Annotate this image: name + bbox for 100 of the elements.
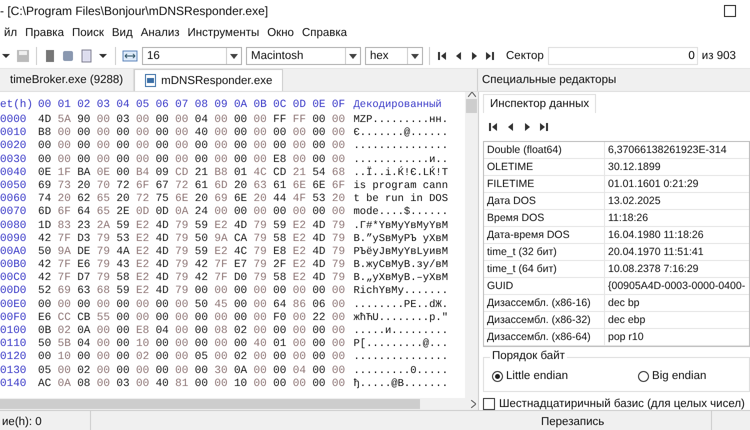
hex-byte[interactable]: 43 [116,259,136,272]
hex-byte[interactable]: 79 [96,272,116,286]
hex-byte[interactable]: 6E [234,193,254,206]
hex-byte[interactable]: 63 [254,180,274,194]
checkbox[interactable] [483,398,495,410]
hex-byte[interactable]: 00 [136,154,156,167]
hex-byte[interactable]: 72 [136,193,156,206]
hex-byte[interactable]: 20 [332,193,352,206]
hex-byte[interactable]: 00 [116,298,136,312]
hex-byte[interactable]: 00 [156,140,176,154]
first-icon[interactable] [436,50,448,62]
hex-byte[interactable]: 44 [273,193,293,206]
menu-item[interactable]: Инструменты [184,27,264,39]
hex-byte[interactable]: 83 [58,220,78,233]
hex-byte[interactable]: 00 [312,351,332,365]
hex-byte[interactable]: 00 [58,127,78,140]
hex-byte[interactable]: AC [38,378,58,391]
hex-byte[interactable]: 02 [58,325,78,338]
hex-byte[interactable]: FF [292,114,312,128]
hex-byte[interactable]: 0B [38,325,58,338]
hex-byte[interactable]: 00 [254,325,274,338]
hex-byte[interactable]: 00 [292,154,312,167]
hex-byte[interactable]: 00 [96,378,116,391]
hex-byte[interactable]: 40 [156,378,176,391]
last-icon[interactable] [484,50,496,62]
hex-byte[interactable]: 00 [312,154,332,167]
hex-byte[interactable]: 00 [175,140,195,154]
hex-byte[interactable]: 00 [292,285,312,299]
hex-byte[interactable]: 69 [58,285,78,299]
hex-byte[interactable]: 40 [254,338,274,352]
file-tab[interactable]: mDNSResponder.exe [134,69,284,91]
hex-byte[interactable]: 0D [136,206,156,220]
hex-byte[interactable]: 21 [194,166,214,180]
hex-byte[interactable]: 0E [96,166,116,180]
hex-byte[interactable]: 00 [254,298,274,312]
width-icon[interactable] [122,49,138,63]
hex-byte[interactable]: 6D [38,206,58,220]
hex-byte[interactable]: 00 [332,140,352,154]
hex-byte[interactable]: 69 [38,180,58,194]
hex-byte[interactable]: 00 [175,364,195,378]
hex-byte[interactable]: 79 [254,272,274,286]
hex-byte[interactable]: 00 [254,154,274,167]
hex-byte[interactable]: 00 [77,298,97,312]
hex-byte[interactable]: 63 [77,285,97,299]
hex-byte[interactable]: 02 [234,351,254,365]
hex-byte[interactable]: 1F [58,166,78,180]
hex-byte[interactable]: 00 [214,378,234,391]
hex-byte[interactable]: 53 [116,232,136,246]
hex-byte[interactable]: 0A [77,325,97,338]
hex-byte[interactable]: 00 [194,140,214,154]
hex-byte[interactable]: 00 [194,338,214,352]
hex-byte[interactable]: 00 [234,285,254,299]
hex-byte[interactable]: 7F [58,272,78,286]
hex-byte[interactable]: 00 [214,285,234,299]
hex-byte[interactable]: 7F [214,259,234,272]
hex-byte[interactable]: 00 [312,140,332,154]
hex-byte[interactable]: 00 [254,140,274,154]
hex-byte[interactable]: 6E [312,180,332,194]
hex-byte[interactable]: 0D [156,206,176,220]
hex-byte[interactable]: 00 [312,206,332,220]
hex-byte[interactable]: 00 [136,127,156,140]
hex-byte[interactable]: 72 [116,180,136,194]
hex-byte[interactable]: 20 [234,180,254,194]
hex-byte[interactable]: D7 [77,272,97,286]
hex-byte[interactable]: 59 [116,220,136,233]
hex-byte[interactable]: 00 [38,351,58,365]
hex-byte[interactable]: 9A [58,246,78,260]
document-icon[interactable] [43,49,57,63]
hex-byte[interactable]: 00 [332,364,352,378]
hex-byte[interactable]: 03 [116,114,136,128]
hex-byte[interactable]: 79 [332,220,352,233]
menu-item[interactable]: Окно [263,27,298,39]
hex-byte[interactable]: 00 [156,351,176,365]
hex-byte[interactable]: 4D [156,220,176,233]
hex-byte[interactable]: 00 [58,364,78,378]
hex-byte[interactable]: 6F [136,180,156,194]
dropdown-caret-icon[interactable] [349,54,357,58]
hex-byte[interactable]: 0A [58,378,78,391]
hex-byte[interactable]: 04 [194,114,214,128]
hex-byte[interactable]: 20 [77,180,97,194]
hex-byte[interactable]: 6E [292,180,312,194]
hex-byte[interactable]: 00 [175,127,195,140]
hex-byte[interactable]: 00 [156,114,176,128]
hex-byte[interactable]: 00 [292,378,312,391]
hex-byte[interactable]: 00 [116,140,136,154]
dropdown-caret-icon[interactable] [230,54,238,58]
hex-byte[interactable]: 00 [214,140,234,154]
hex-byte[interactable]: 68 [332,166,352,180]
hex-byte[interactable]: CB [77,312,97,326]
radio-button[interactable] [638,370,650,382]
hex-byte[interactable]: 2F [273,259,293,272]
hex-byte[interactable]: 00 [116,325,136,338]
hex-byte[interactable]: 79 [96,259,116,272]
hex-byte[interactable]: 00 [273,127,293,140]
hex-byte[interactable]: 00 [96,325,116,338]
hex-byte[interactable]: E8 [273,246,293,260]
hex-byte[interactable]: 4D [234,220,254,233]
hex-byte[interactable]: 4D [156,232,176,246]
hex-byte[interactable]: 00 [175,325,195,338]
hex-byte[interactable]: 86 [292,298,312,312]
